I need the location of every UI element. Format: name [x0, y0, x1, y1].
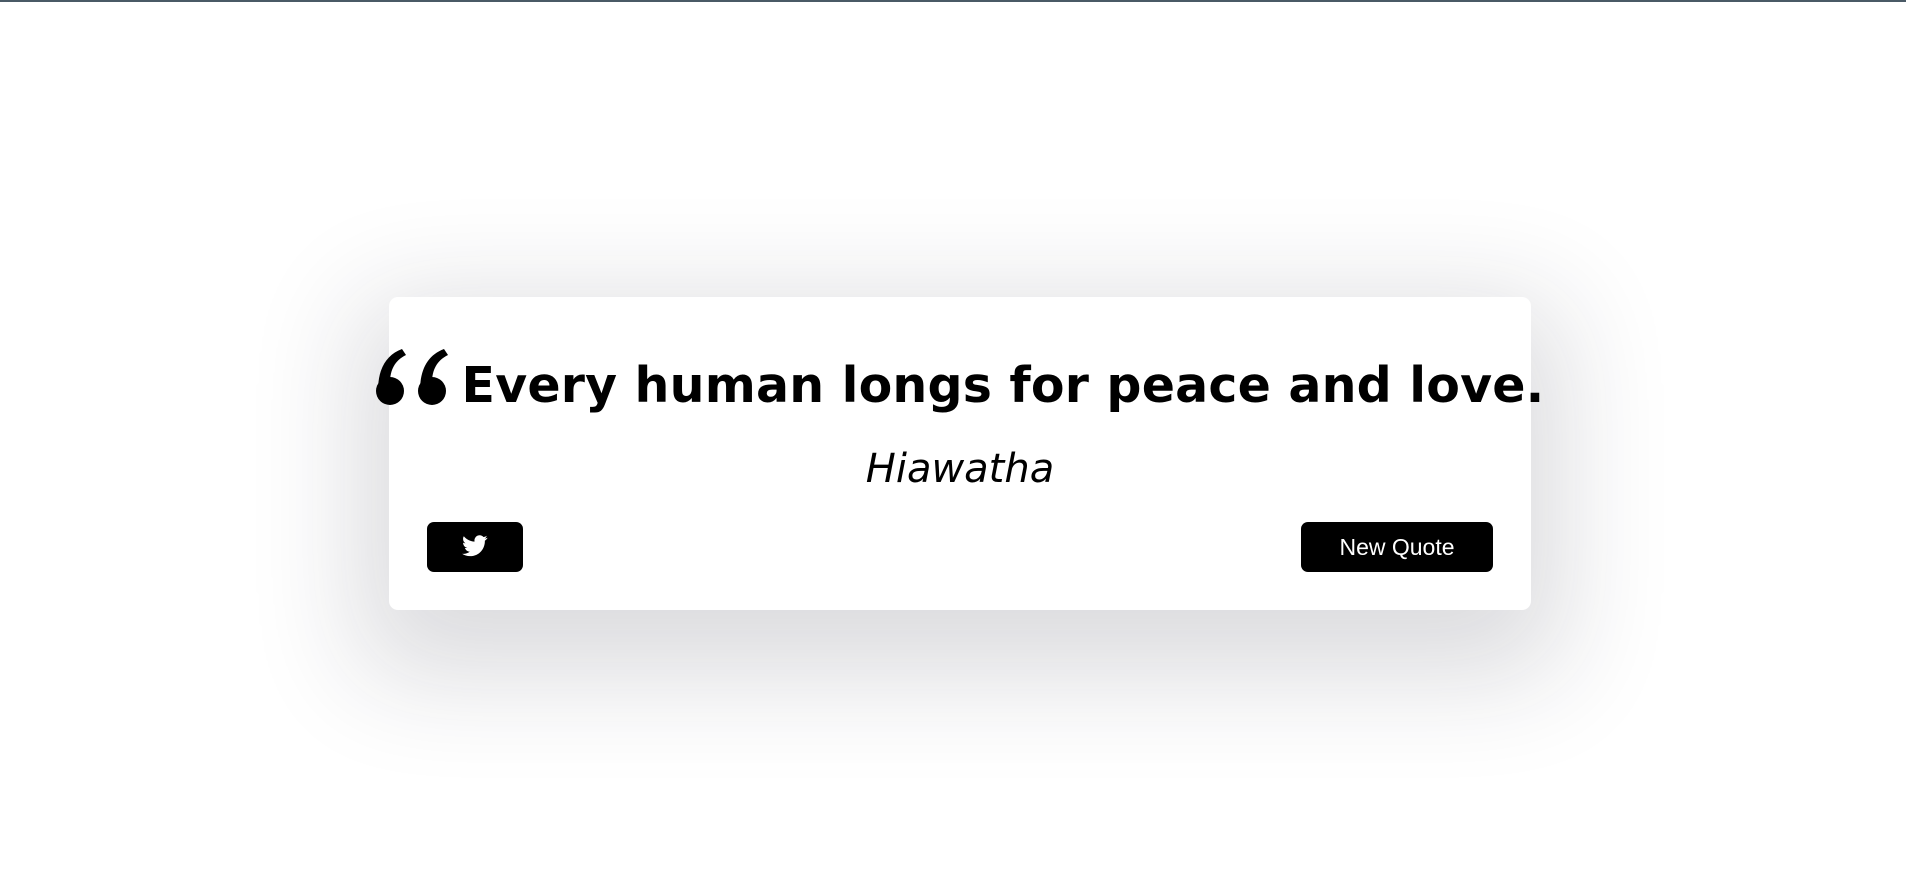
new-quote-button[interactable]: New Quote	[1301, 522, 1493, 572]
quote-row: Every human longs for peace and love.	[375, 347, 1544, 410]
quote-text: Every human longs for peace and love.	[461, 357, 1545, 414]
quote-left-icon	[375, 347, 450, 407]
twitter-icon	[462, 534, 488, 560]
tweet-button[interactable]	[427, 522, 523, 572]
top-border	[0, 0, 1906, 2]
quote-card: Every human longs for peace and love. Hi…	[375, 297, 1544, 610]
quote-author: Hiawatha	[865, 446, 1055, 492]
